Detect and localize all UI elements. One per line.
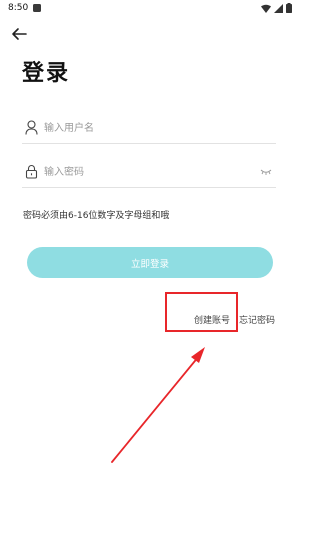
lock-icon: [25, 165, 38, 179]
forgot-password-link[interactable]: 忘记密码: [239, 313, 275, 326]
eye-closed-icon[interactable]: [260, 168, 272, 176]
annotation-highlight-box: [165, 292, 238, 332]
login-button[interactable]: 立即登录: [27, 247, 273, 278]
status-time: 8:50: [8, 3, 29, 13]
username-input[interactable]: [44, 118, 244, 138]
page-title: 登录: [22, 61, 71, 86]
password-field: [22, 158, 276, 188]
status-bar: 8:50: [0, 0, 300, 18]
username-field: [22, 114, 276, 144]
status-icons: [261, 3, 292, 13]
arrow-left-icon: [12, 28, 27, 40]
user-icon: [25, 120, 38, 135]
wifi-icon: [261, 4, 271, 13]
back-button[interactable]: [10, 26, 28, 42]
notification-icon: [33, 4, 41, 12]
battery-icon: [286, 3, 292, 13]
password-input[interactable]: [44, 162, 244, 182]
signal-icon: [274, 3, 283, 13]
password-hint: 密码必须由6-16位数字及字母组和哦: [23, 211, 170, 221]
